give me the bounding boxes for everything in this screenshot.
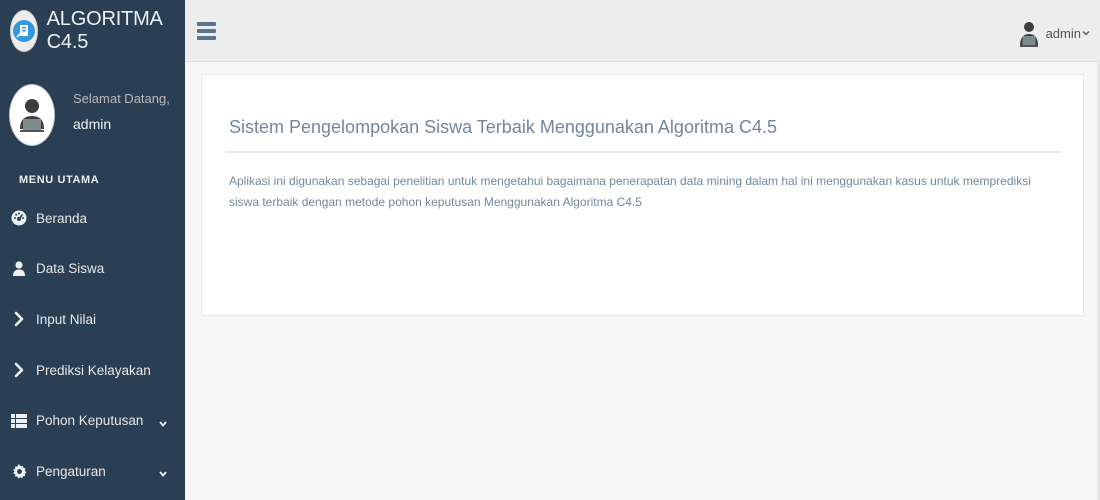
user-menu-toggle[interactable]: admin	[1018, 18, 1090, 48]
sidebar-item-label: Beranda	[36, 210, 88, 226]
page-description: Aplikasi ini digunakan sebagai penelitia…	[229, 174, 1031, 209]
chevron-right-icon	[11, 311, 27, 327]
profile-name: admin	[73, 116, 112, 132]
profile: Selamat Datang, admin	[0, 62, 185, 164]
hamburger-icon[interactable]	[197, 22, 216, 40]
sidebar-item-prediksi-kelayakan[interactable]: Prediksi Kelayakan	[0, 345, 185, 396]
sidebar-item-label: Pohon Keputusan	[36, 413, 144, 429]
chevron-down-icon	[158, 466, 168, 484]
sidebar-item-label: Pengaturan	[36, 463, 106, 479]
user-icon	[11, 261, 27, 277]
sidebar-item-label: Data Siswa	[36, 261, 105, 277]
divider	[225, 151, 1061, 153]
content-panel: Sistem Pengelompokan Siswa Terbaik Mengg…	[201, 74, 1084, 316]
sidebar-menu: Beranda Data Siswa Input Nilai Prediksi …	[0, 193, 185, 497]
dashboard-icon	[11, 210, 27, 226]
brand-logo-icon	[10, 10, 38, 52]
user-avatar-icon	[9, 84, 55, 146]
sidebar-item-label: Prediksi Kelayakan	[36, 362, 151, 378]
page-title: Sistem Pengelompokan Siswa Terbaik Mengg…	[229, 117, 777, 137]
chevron-right-icon	[11, 362, 27, 378]
sidebar-item-beranda[interactable]: Beranda	[0, 193, 185, 244]
chevron-down-icon	[158, 416, 168, 434]
sidebar-item-label: Input Nilai	[36, 311, 97, 327]
table-icon	[11, 413, 27, 429]
user-avatar-icon	[1018, 18, 1040, 48]
sidebar-item-data-siswa[interactable]: Data Siswa	[0, 244, 185, 295]
top-navbar: admin	[185, 0, 1100, 62]
sidebar-item-pengaturan[interactable]: Pengaturan	[0, 446, 185, 497]
gear-icon	[11, 463, 27, 479]
sidebar-item-input-nilai[interactable]: Input Nilai	[0, 294, 185, 345]
sidebar-item-pohon-keputusan[interactable]: Pohon Keputusan	[0, 395, 185, 446]
sidebar: ALGORITMA C4.5 Selamat Datang, admin MEN…	[0, 0, 185, 500]
user-name: admin	[1045, 25, 1081, 41]
welcome-text: Selamat Datang,	[73, 91, 170, 106]
brand-title: ALGORITMA C4.5	[46, 8, 162, 53]
menu-section-title: MENU UTAMA	[19, 174, 100, 186]
brand[interactable]: ALGORITMA C4.5	[0, 0, 185, 62]
chevron-down-icon	[1082, 24, 1090, 42]
